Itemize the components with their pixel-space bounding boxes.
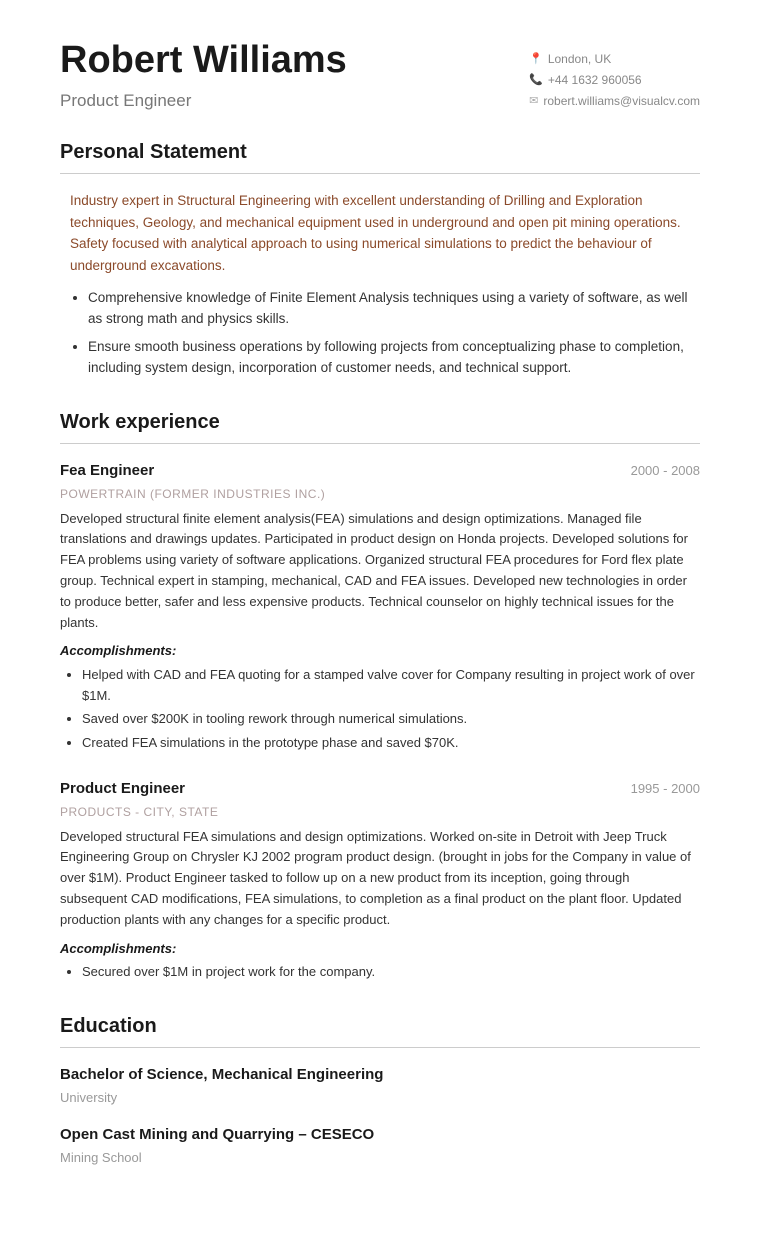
list-item: Saved over $200K in tooling rework throu… — [82, 709, 700, 730]
resume-page: Robert Williams Product Engineer 📍 Londo… — [0, 0, 760, 1256]
job-entry-1: Fea Engineer 2000 - 2008 POWERTRAIN (FOR… — [60, 460, 700, 754]
job-title-1: Fea Engineer — [60, 460, 154, 483]
list-item: Created FEA simulations in the prototype… — [82, 733, 700, 754]
personal-statement-title: Personal Statement — [60, 137, 700, 174]
header-right: 📍 London, UK 📞 +44 1632 960056 ✉ robert.… — [529, 50, 700, 113]
list-item: Secured over $1M in project work for the… — [82, 962, 700, 983]
contact-location: 📍 London, UK — [529, 50, 700, 68]
personal-statement-intro: Industry expert in Structural Engineerin… — [60, 190, 700, 276]
candidate-name: Robert Williams — [60, 40, 347, 82]
personal-statement-bullets: Comprehensive knowledge of Finite Elemen… — [88, 287, 700, 379]
list-item: Comprehensive knowledge of Finite Elemen… — [88, 287, 700, 330]
accomplishments-list-2: Secured over $1M in project work for the… — [82, 962, 700, 983]
job-company-2: PRODUCTS - CITY, STATE — [60, 803, 700, 821]
email-icon: ✉ — [529, 93, 538, 110]
job-dates-1: 2000 - 2008 — [631, 461, 700, 481]
accomplishments-label-1: Accomplishments: — [60, 641, 700, 661]
list-item: Helped with CAD and FEA quoting for a st… — [82, 665, 700, 707]
job-header-2: Product Engineer 1995 - 2000 — [60, 778, 700, 801]
edu-institution-1: University — [60, 1088, 700, 1108]
job-dates-2: 1995 - 2000 — [631, 779, 700, 799]
location-icon: 📍 — [529, 51, 543, 68]
contact-email: ✉ robert.williams@visualcv.com — [529, 92, 700, 110]
contact-phone: 📞 +44 1632 960056 — [529, 71, 700, 89]
job-entry-2: Product Engineer 1995 - 2000 PRODUCTS - … — [60, 778, 700, 983]
work-experience-section: Work experience Fea Engineer 2000 - 2008… — [60, 407, 700, 983]
list-item: Ensure smooth business operations by fol… — [88, 336, 700, 379]
edu-degree-1: Bachelor of Science, Mechanical Engineer… — [60, 1064, 700, 1087]
candidate-title: Product Engineer — [60, 88, 347, 114]
education-section: Education Bachelor of Science, Mechanica… — [60, 1011, 700, 1168]
work-experience-title: Work experience — [60, 407, 700, 444]
job-description-2: Developed structural FEA simulations and… — [60, 827, 700, 931]
job-description-1: Developed structural finite element anal… — [60, 509, 700, 634]
job-header-1: Fea Engineer 2000 - 2008 — [60, 460, 700, 483]
job-company-1: POWERTRAIN (FORMER INDUSTRIES INC.) — [60, 485, 700, 503]
accomplishments-label-2: Accomplishments: — [60, 939, 700, 959]
header-left: Robert Williams Product Engineer — [60, 40, 347, 113]
education-title: Education — [60, 1011, 700, 1048]
edu-degree-2: Open Cast Mining and Quarrying – CESECO — [60, 1124, 700, 1147]
edu-entry-1: Bachelor of Science, Mechanical Engineer… — [60, 1064, 700, 1108]
header-section: Robert Williams Product Engineer 📍 Londo… — [60, 40, 700, 113]
edu-institution-2: Mining School — [60, 1148, 700, 1168]
accomplishments-list-1: Helped with CAD and FEA quoting for a st… — [82, 665, 700, 754]
job-title-2: Product Engineer — [60, 778, 185, 801]
phone-icon: 📞 — [529, 72, 543, 89]
personal-statement-section: Personal Statement Industry expert in St… — [60, 137, 700, 379]
edu-entry-2: Open Cast Mining and Quarrying – CESECO … — [60, 1124, 700, 1168]
